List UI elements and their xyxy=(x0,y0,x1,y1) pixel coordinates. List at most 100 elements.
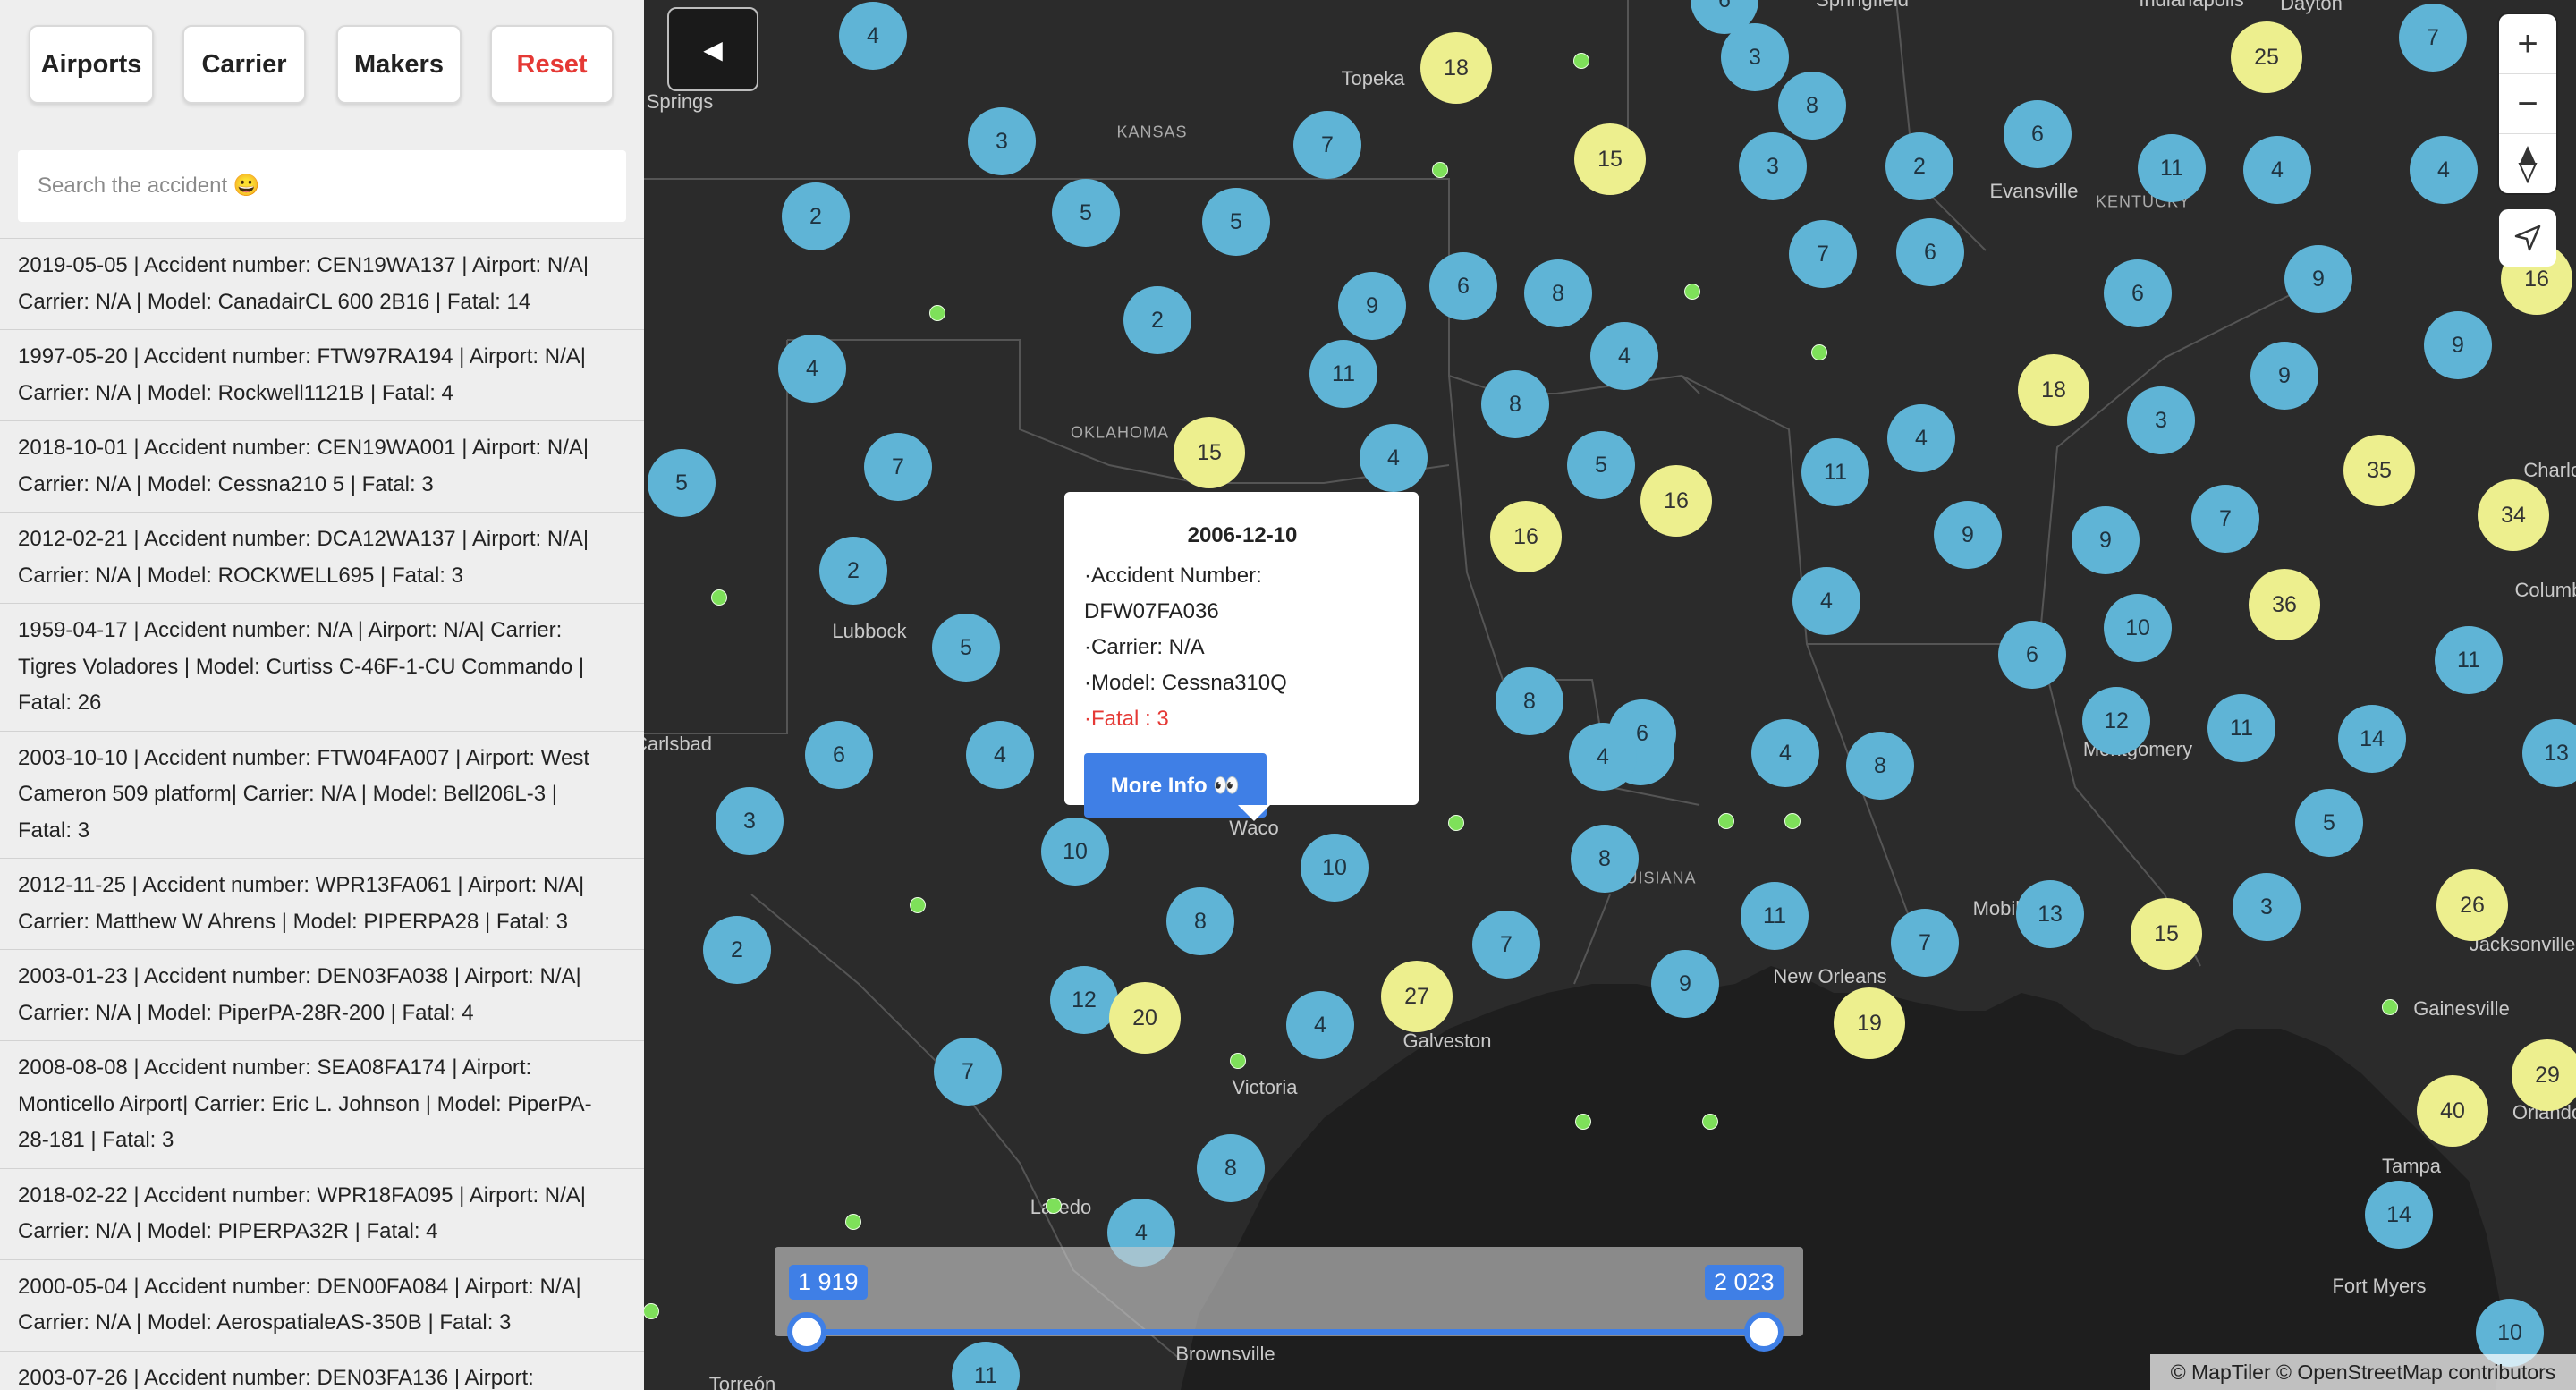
accident-point[interactable] xyxy=(1230,1053,1246,1069)
search-input[interactable] xyxy=(18,150,626,222)
cluster-marker[interactable]: 4 xyxy=(1792,567,1860,635)
accident-list-item[interactable]: 2018-02-22 | Accident number: WPR18FA095… xyxy=(0,1167,644,1259)
cluster-marker[interactable]: 2 xyxy=(1885,132,1953,200)
accident-point[interactable] xyxy=(1575,1114,1591,1130)
cluster-marker[interactable]: 10 xyxy=(2104,594,2172,662)
slider-max-handle[interactable] xyxy=(1744,1312,1784,1352)
year-range-slider[interactable]: 1 919 2 023 xyxy=(775,1247,1803,1352)
accident-point[interactable] xyxy=(2382,999,2398,1015)
cluster-marker[interactable]: 7 xyxy=(1789,220,1857,288)
cluster-marker[interactable]: 4 xyxy=(1286,991,1354,1059)
cluster-marker[interactable]: 20 xyxy=(1109,982,1181,1054)
cluster-marker[interactable]: 6 xyxy=(2104,259,2172,327)
cluster-marker[interactable]: 4 xyxy=(1569,723,1637,791)
cluster-marker[interactable]: 11 xyxy=(2435,626,2503,694)
accident-list-item[interactable]: 2012-11-25 | Accident number: WPR13FA061… xyxy=(0,858,644,949)
airports-button[interactable]: Airports xyxy=(29,25,154,104)
cluster-marker[interactable]: 7 xyxy=(1472,911,1540,979)
cluster-marker[interactable]: 29 xyxy=(2512,1039,2576,1111)
cluster-marker[interactable]: 11 xyxy=(1309,340,1377,408)
accident-list-item[interactable]: 2018-10-01 | Accident number: CEN19WA001… xyxy=(0,420,644,512)
cluster-marker[interactable]: 15 xyxy=(2131,898,2202,970)
cluster-marker[interactable]: 15 xyxy=(1174,417,1245,488)
cluster-marker[interactable]: 4 xyxy=(966,721,1034,789)
accident-list-item[interactable]: 1959-04-17 | Accident number: N/A | Airp… xyxy=(0,603,644,731)
cluster-marker[interactable]: 26 xyxy=(2436,869,2508,941)
cluster-marker[interactable]: 11 xyxy=(2207,694,2275,762)
cluster-marker[interactable]: 19 xyxy=(1834,987,1905,1059)
cluster-marker[interactable]: 5 xyxy=(1567,431,1635,499)
cluster-marker[interactable]: 5 xyxy=(1052,179,1120,247)
cluster-marker[interactable]: 3 xyxy=(2127,386,2195,454)
zoom-in-button[interactable]: + xyxy=(2499,14,2556,74)
cluster-marker[interactable]: 6 xyxy=(2004,100,2072,168)
accident-point[interactable] xyxy=(1702,1114,1718,1130)
cluster-marker[interactable]: 8 xyxy=(1778,72,1846,140)
accident-point[interactable] xyxy=(1784,813,1801,829)
cluster-marker[interactable]: 9 xyxy=(2250,342,2318,410)
cluster-marker[interactable]: 13 xyxy=(2016,880,2084,948)
cluster-marker[interactable]: 4 xyxy=(778,335,846,403)
cluster-marker[interactable]: 5 xyxy=(1202,188,1270,256)
accident-point[interactable] xyxy=(929,305,945,321)
cluster-marker[interactable]: 8 xyxy=(1481,370,1549,438)
cluster-marker[interactable]: 6 xyxy=(1429,252,1497,320)
cluster-marker[interactable]: 7 xyxy=(1293,111,1361,179)
cluster-marker[interactable]: 18 xyxy=(2018,354,2089,426)
cluster-marker[interactable]: 12 xyxy=(2082,687,2150,755)
accident-list-item[interactable]: 2019-05-05 | Accident number: CEN19WA137… xyxy=(0,238,644,329)
cluster-marker[interactable]: 9 xyxy=(1338,272,1406,340)
accident-point[interactable] xyxy=(845,1214,861,1230)
accident-point[interactable] xyxy=(1573,53,1589,69)
cluster-marker[interactable]: 7 xyxy=(864,433,932,501)
map-attribution[interactable]: © MapTiler © OpenStreetMap contributors xyxy=(2150,1354,2576,1390)
cluster-marker[interactable]: 9 xyxy=(1651,950,1719,1018)
cluster-marker[interactable]: 8 xyxy=(1846,732,1914,800)
cluster-marker[interactable]: 18 xyxy=(1420,32,1492,104)
cluster-marker[interactable]: 25 xyxy=(2231,21,2302,93)
cluster-marker[interactable]: 10 xyxy=(1301,834,1368,902)
accident-list-item[interactable]: 2003-10-10 | Accident number: FTW04FA007… xyxy=(0,730,644,859)
carrier-button[interactable]: Carrier xyxy=(182,25,306,104)
cluster-marker[interactable]: 36 xyxy=(2249,569,2320,640)
cluster-marker[interactable]: 2 xyxy=(703,916,771,984)
cluster-marker[interactable]: 40 xyxy=(2417,1075,2488,1147)
cluster-marker[interactable]: 27 xyxy=(1381,961,1453,1032)
accident-point[interactable] xyxy=(1718,813,1734,829)
accident-list-item[interactable]: 2008-08-08 | Accident number: SEA08FA174… xyxy=(0,1040,644,1168)
makers-button[interactable]: Makers xyxy=(336,25,462,104)
cluster-marker[interactable]: 4 xyxy=(1887,404,1955,472)
accident-list-item[interactable]: 2003-01-23 | Accident number: DEN03FA038… xyxy=(0,949,644,1040)
cluster-marker[interactable]: 3 xyxy=(968,107,1036,175)
more-info-button[interactable]: More Info 👀 xyxy=(1084,753,1267,818)
accident-point[interactable] xyxy=(1432,162,1448,178)
cluster-marker[interactable]: 8 xyxy=(1197,1134,1265,1202)
accident-point[interactable] xyxy=(1684,284,1700,300)
cluster-marker[interactable]: 4 xyxy=(2410,136,2478,204)
cluster-marker[interactable]: 7 xyxy=(1891,909,1959,977)
cluster-marker[interactable]: 12 xyxy=(1050,966,1118,1034)
cluster-marker[interactable]: 3 xyxy=(1721,23,1789,91)
map-canvas[interactable]: Springs Topeka KANSAS Evansville KENTUCKY OKL… xyxy=(644,0,2576,1390)
cluster-marker[interactable]: 4 xyxy=(1590,322,1658,390)
cluster-marker[interactable]: 16 xyxy=(1640,465,1712,537)
slider-min-handle[interactable] xyxy=(787,1312,826,1352)
collapse-sidebar-button[interactable]: ◀ xyxy=(667,7,758,91)
geolocate-button[interactable] xyxy=(2499,209,2556,267)
cluster-marker[interactable]: 3 xyxy=(2233,873,2301,941)
accident-point[interactable] xyxy=(1448,815,1464,831)
cluster-marker[interactable]: 9 xyxy=(2072,506,2140,574)
cluster-marker[interactable]: 9 xyxy=(2284,245,2352,313)
cluster-marker[interactable]: 35 xyxy=(2343,435,2415,506)
cluster-marker[interactable]: 4 xyxy=(1360,424,1428,492)
reset-bearing-button[interactable] xyxy=(2499,134,2556,193)
cluster-marker[interactable]: 11 xyxy=(1741,882,1809,950)
cluster-marker[interactable]: 2 xyxy=(819,537,887,605)
cluster-marker[interactable]: 14 xyxy=(2338,705,2406,773)
cluster-marker[interactable]: 3 xyxy=(1739,132,1807,200)
accident-point[interactable] xyxy=(910,897,926,913)
cluster-marker[interactable]: 15 xyxy=(1574,123,1646,195)
cluster-marker[interactable]: 8 xyxy=(1571,825,1639,893)
cluster-marker[interactable]: 6 xyxy=(1998,621,2066,689)
accident-list-item[interactable]: 2012-02-21 | Accident number: DCA12WA137… xyxy=(0,512,644,603)
